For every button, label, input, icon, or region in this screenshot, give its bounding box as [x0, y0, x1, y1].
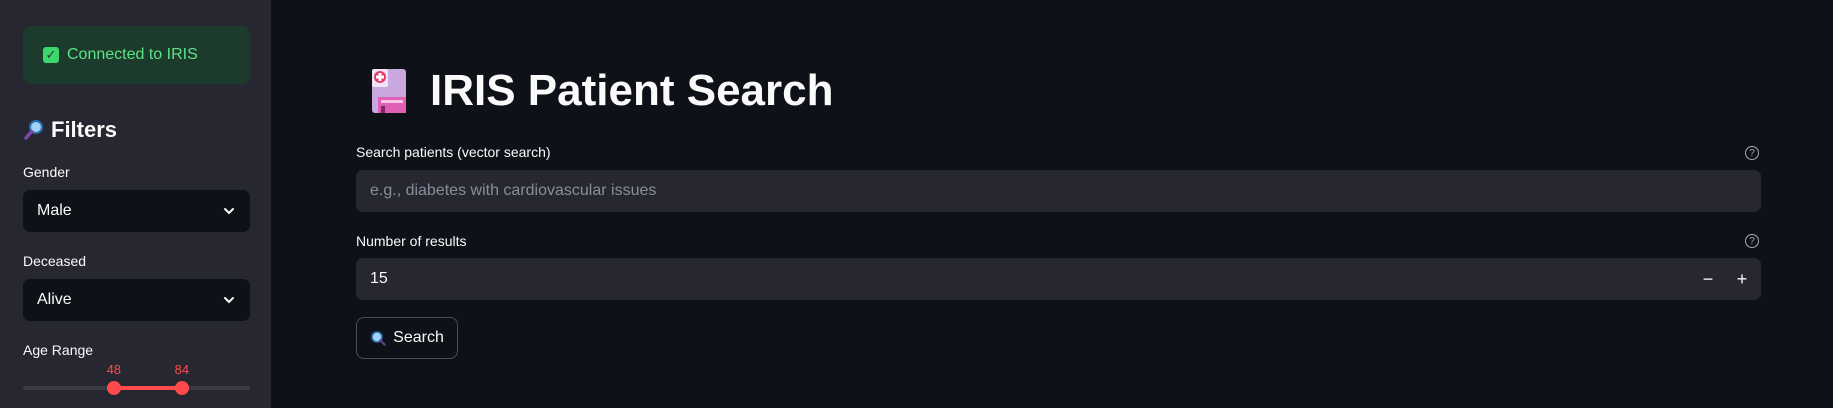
age-range-label: Age Range [23, 342, 94, 358]
deceased-label: Deceased [23, 253, 87, 269]
age-range-fill [113, 386, 182, 390]
search-label: Search patients (vector search) [356, 144, 551, 160]
help-icon[interactable]: ? [1745, 146, 1759, 160]
results-value: 15 [370, 270, 388, 287]
deceased-value: Alive [37, 291, 72, 308]
connection-status-text: Connected to IRIS [67, 46, 198, 63]
results-label: Number of results [356, 233, 467, 249]
results-number-input[interactable]: 15 − + [356, 258, 1761, 300]
sidebar: ✓ Connected to IRIS Filters Gender Male … [0, 0, 271, 408]
gender-value: Male [37, 202, 72, 219]
age-range-high-handle[interactable] [174, 381, 189, 395]
check-icon: ✓ [43, 47, 59, 63]
deceased-select[interactable]: Alive [23, 279, 250, 321]
chevron-down-icon [224, 208, 234, 215]
help-icon[interactable]: ? [1745, 234, 1759, 248]
increment-button[interactable]: + [1725, 258, 1759, 300]
search-button-label: Search [393, 329, 444, 346]
search-icon [371, 331, 386, 346]
gender-select[interactable]: Male [23, 190, 250, 232]
gender-label: Gender [23, 164, 70, 180]
age-range-low-value: 48 [106, 362, 122, 377]
search-input[interactable]: e.g., diabetes with cardiovascular issue… [356, 170, 1761, 212]
filters-heading: Filters [23, 117, 117, 143]
age-range-slider[interactable] [23, 381, 250, 395]
magnifier-icon [24, 120, 43, 140]
filters-title: Filters [51, 117, 118, 142]
hospital-icon [372, 69, 406, 113]
chevron-down-icon [224, 297, 234, 304]
search-button[interactable]: Search [356, 317, 458, 359]
connection-status-alert: ✓ Connected to IRIS [23, 26, 250, 84]
age-range-low-handle[interactable] [106, 381, 121, 395]
page-title-text: IRIS Patient Search [430, 66, 834, 115]
decrement-button[interactable]: − [1691, 258, 1725, 300]
page-title: IRIS Patient Search [368, 66, 833, 116]
age-range-high-value: 84 [174, 362, 190, 377]
